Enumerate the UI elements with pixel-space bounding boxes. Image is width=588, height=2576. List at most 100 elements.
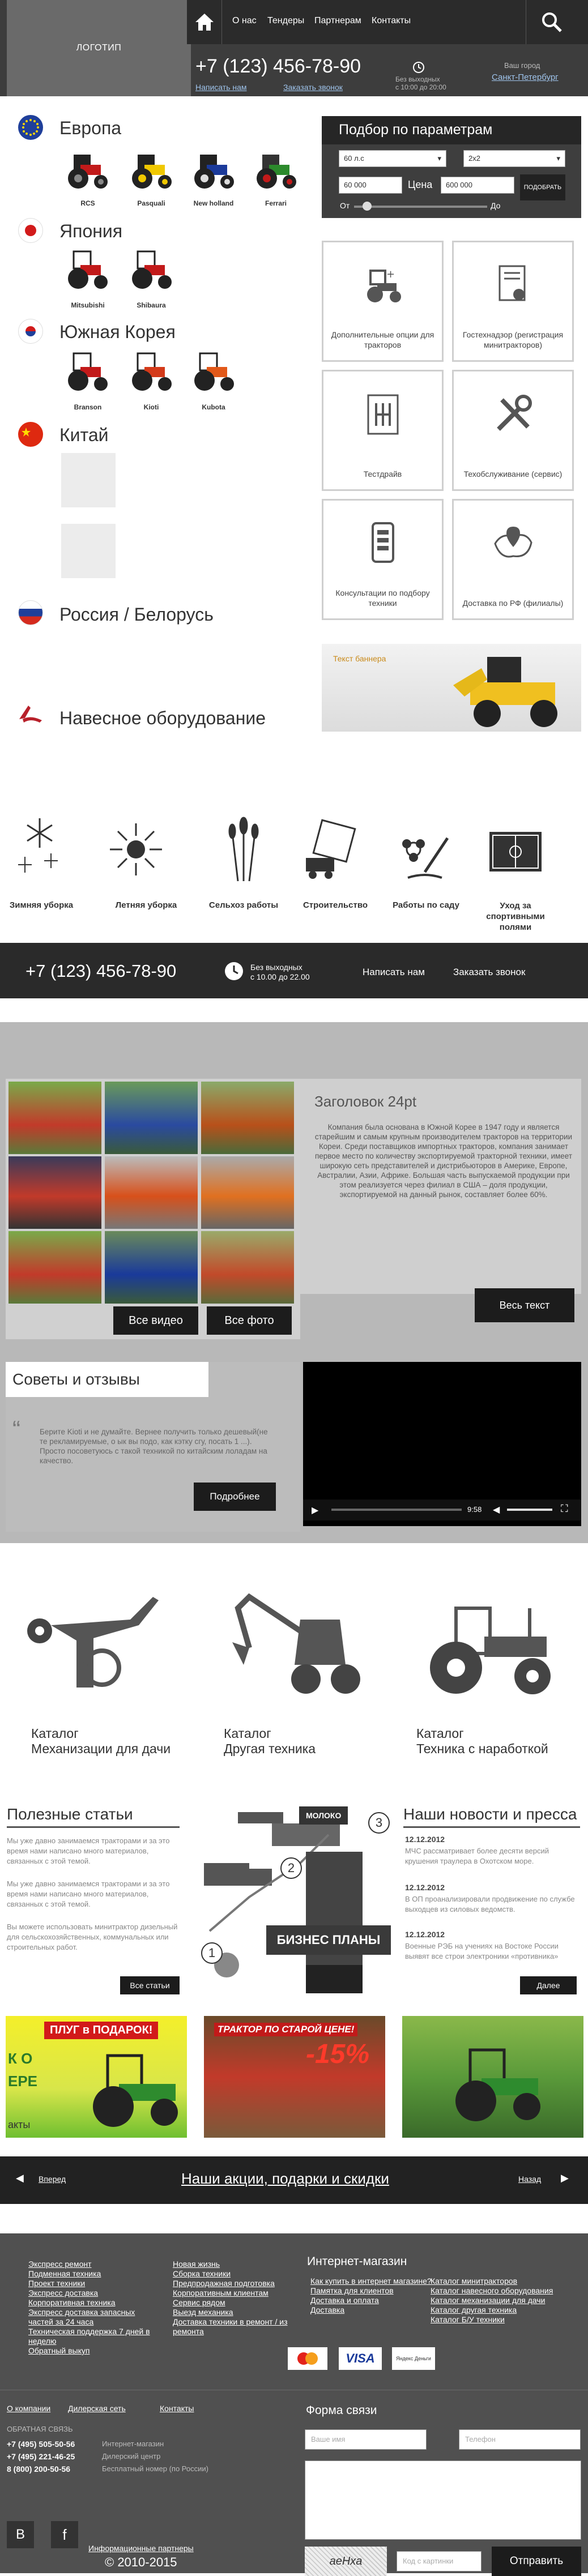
nav-tenders[interactable]: Тендеры xyxy=(267,16,304,26)
catalog-l1[interactable]: Каталог xyxy=(31,1726,79,1741)
contact-phone[interactable]: +7 (495) 505-50-56 xyxy=(7,2440,75,2449)
footer-link[interactable]: Экспресс ремонт xyxy=(28,2259,159,2269)
footer-link[interactable]: Проект техники xyxy=(28,2279,159,2288)
drive-select[interactable]: 2x2 ▾ xyxy=(463,150,565,167)
tractor-ferrari[interactable] xyxy=(252,144,300,195)
product-placeholder[interactable] xyxy=(61,524,116,578)
message-textarea[interactable] xyxy=(305,2460,581,2540)
tractor-branson[interactable] xyxy=(63,347,111,397)
footer-link[interactable]: Корпоративным клиентам xyxy=(173,2288,295,2298)
gallery-photo[interactable] xyxy=(8,1231,101,1304)
search-button[interactable] xyxy=(526,0,577,44)
bar-write-us[interactable]: Написать нам xyxy=(363,967,425,978)
volume-icon[interactable]: ◀ xyxy=(493,1504,500,1515)
region-europe[interactable]: Европа xyxy=(59,118,121,139)
bar-order-call[interactable]: Заказать звонок xyxy=(453,967,525,978)
order-call-link[interactable]: Заказать звонок xyxy=(283,83,343,92)
news-item[interactable]: В ОП проанализировали продвижение по слу… xyxy=(405,1894,575,1915)
price-slider-track[interactable] xyxy=(354,206,487,208)
shop-link[interactable]: Каталог механизации для дачи xyxy=(431,2296,581,2305)
vk-icon[interactable]: B xyxy=(7,2521,34,2548)
filter-submit-button[interactable]: ПОДОБРАТЬ xyxy=(520,174,565,200)
footer-link[interactable]: Доставка техники в ремонт / из ремонта xyxy=(173,2317,295,2336)
about-link[interactable]: О компании xyxy=(7,2404,50,2413)
shop-link[interactable]: Как купить в интернет магазине? xyxy=(310,2276,432,2286)
season-construction[interactable]: Строительство xyxy=(296,900,375,910)
season-sports[interactable]: Уход за спортивными полями xyxy=(476,900,555,933)
article-item[interactable]: Вы можете использовать минитрактор дизел… xyxy=(7,1922,182,1953)
captcha-input[interactable]: Код с картинки xyxy=(397,2551,482,2571)
dealer-link[interactable]: Дилерская сеть xyxy=(68,2404,126,2413)
header-phone[interactable]: +7 (123) 456-78-90 xyxy=(195,55,361,78)
more-reviews-button[interactable]: Подробнее xyxy=(194,1483,276,1511)
contact-phone[interactable]: 8 (800) 200-50-56 xyxy=(7,2464,70,2474)
gallery-photo[interactable] xyxy=(201,1231,294,1304)
logo[interactable]: ЛОГОТИП xyxy=(7,0,191,96)
phone-input[interactable]: Телефон xyxy=(459,2429,581,2450)
tile-delivery[interactable]: Доставка по РФ (филиалы) xyxy=(452,499,574,620)
catalog-l2[interactable]: Другая техника xyxy=(224,1741,316,1757)
business-plans-button[interactable]: БИЗНЕС ПЛАНЫ xyxy=(266,1925,391,1955)
footer-link[interactable]: Сервис рядом xyxy=(173,2298,295,2308)
footer-link[interactable]: Новая жизнь xyxy=(173,2259,295,2269)
region-japan[interactable]: Япония xyxy=(59,221,122,242)
footer-link[interactable]: Предпродажная подготовка xyxy=(173,2279,295,2288)
bar-phone[interactable]: +7 (123) 456-78-90 xyxy=(25,961,176,981)
news-more-button[interactable]: Далее xyxy=(520,1976,577,1994)
catalog-l2[interactable]: Техника с наработкой xyxy=(416,1741,548,1757)
shop-link[interactable]: Доставка xyxy=(310,2305,432,2315)
footer-link[interactable]: Обратный выкуп xyxy=(28,2346,159,2356)
product-placeholder[interactable] xyxy=(61,453,116,507)
tractor-new-holland[interactable] xyxy=(190,144,237,195)
price-slider-handle[interactable] xyxy=(363,202,372,211)
catalog-l1[interactable]: Каталог xyxy=(416,1726,464,1741)
tractor-mitsubishi[interactable] xyxy=(63,245,111,295)
write-us-link[interactable]: Написать нам xyxy=(195,83,247,92)
partners-link[interactable]: Информационные партнеры xyxy=(88,2544,194,2553)
nav-partners[interactable]: Партнерам xyxy=(314,16,361,26)
shop-link[interactable]: Каталог Б/У техники xyxy=(431,2315,581,2325)
nav-contacts[interactable]: Контакты xyxy=(372,16,411,26)
article-item[interactable]: Мы уже давно занимаемся тракторами и за … xyxy=(7,1879,182,1909)
promo-prev[interactable]: Вперед xyxy=(39,2175,66,2184)
shop-link[interactable]: Каталог другая техника xyxy=(431,2305,581,2315)
gallery-photo[interactable] xyxy=(201,1082,294,1154)
footer-link[interactable]: Сборка техники xyxy=(173,2269,295,2279)
play-icon[interactable]: ▶ xyxy=(312,1505,318,1516)
contact-phone[interactable]: +7 (495) 221-46-25 xyxy=(7,2452,75,2461)
name-input[interactable]: Ваше имя xyxy=(305,2429,427,2450)
gallery-photo[interactable] xyxy=(8,1082,101,1154)
tractor-rcs[interactable] xyxy=(63,144,111,195)
video-progress[interactable] xyxy=(331,1509,462,1511)
shop-link[interactable]: Каталог навесного оборудования xyxy=(431,2286,581,2296)
contacts-link[interactable]: Контакты xyxy=(160,2404,194,2413)
catalog-l2[interactable]: Механизации для дачи xyxy=(31,1741,171,1757)
all-articles-button[interactable]: Все статьи xyxy=(120,1976,180,1994)
tile-options[interactable]: + Дополнительные опции для тракторов xyxy=(322,241,444,362)
tractor-shibaura[interactable] xyxy=(127,245,175,295)
shop-link[interactable]: Памятка для клиентов xyxy=(310,2286,432,2296)
gallery-photo[interactable] xyxy=(105,1231,198,1304)
tractor-kioti[interactable] xyxy=(127,347,175,397)
volume-slider[interactable] xyxy=(507,1509,552,1511)
tile-service[interactable]: Техобслуживание (сервис) xyxy=(452,370,574,491)
gallery-photo[interactable] xyxy=(201,1156,294,1229)
tile-testdrive[interactable]: Тестдрайв xyxy=(322,370,444,491)
all-text-button[interactable]: Весь текст xyxy=(475,1288,574,1322)
season-summer[interactable]: Летняя уборка xyxy=(106,900,186,910)
nav-about[interactable]: О нас xyxy=(232,16,257,26)
news-item[interactable]: Военные РЭБ на учениях на Востоке России… xyxy=(405,1941,575,1962)
send-button[interactable]: Отправить xyxy=(492,2547,581,2576)
arrow-right-icon[interactable]: ▶ xyxy=(561,2172,569,2184)
promo-bar-title[interactable]: Наши акции, подарки и скидки xyxy=(181,2170,389,2188)
tractor-pasquali[interactable] xyxy=(127,144,175,195)
footer-link[interactable]: Выезд механика xyxy=(173,2308,295,2317)
price-from-input[interactable]: 60 000 xyxy=(339,177,402,194)
region-russia[interactable]: Россия / Белорусь xyxy=(59,604,214,625)
fullscreen-icon[interactable]: ⛶ xyxy=(561,1503,568,1515)
gallery-photo[interactable] xyxy=(105,1156,198,1229)
gallery-photo[interactable] xyxy=(105,1082,198,1154)
footer-link[interactable]: Корпоративная техника xyxy=(28,2298,159,2308)
tractor-kubota[interactable] xyxy=(190,347,237,397)
power-select[interactable]: 60 л.с ▾ xyxy=(339,150,446,167)
